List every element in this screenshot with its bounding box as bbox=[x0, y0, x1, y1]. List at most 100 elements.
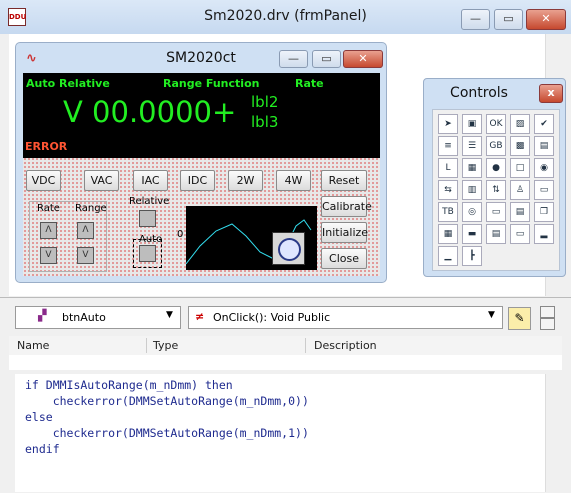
meter-display: Auto Relative Range Function Rate V 00.0… bbox=[23, 73, 380, 158]
range-function-label: Range Function bbox=[163, 77, 260, 90]
range-up-icon[interactable]: Λ bbox=[77, 222, 94, 239]
main-title-bar[interactable]: DDU Sm2020.drv (frmPanel) — ▭ ✕ bbox=[0, 0, 571, 34]
form-icon[interactable]: ▭ bbox=[486, 202, 506, 222]
graph-zero-label: 0 bbox=[177, 229, 184, 240]
window-icon[interactable]: ❐ bbox=[534, 202, 554, 222]
controls-toolbox: Controls x ➤ ▣ OK ▨ ✔ ≡ ☰ GB ▩ ▤ L ▦ ● □ ◉ ⇆ ▥ ⇅ ♙ ▭ TB ◎ ▭ ▤ ❐ ▦… bbox=[423, 78, 566, 277]
column-description[interactable]: Description bbox=[314, 336, 377, 355]
column-type[interactable]: Type bbox=[153, 336, 178, 355]
sm2020ct-form: ∿ SM2020ct — ▭ ✕ Auto Relative Range Fun… bbox=[15, 42, 387, 283]
reset-button[interactable]: Reset bbox=[321, 170, 367, 191]
2w-button[interactable]: 2W bbox=[228, 170, 263, 191]
initialize-button[interactable]: Initialize bbox=[321, 222, 368, 243]
ok-button-icon[interactable]: OK bbox=[486, 114, 506, 134]
column-divider bbox=[305, 338, 306, 353]
auto-relative-label: Auto Relative bbox=[26, 77, 110, 90]
list-icon[interactable]: ☰ bbox=[462, 136, 482, 156]
minimize-button[interactable]: — bbox=[461, 9, 490, 30]
4w-button[interactable]: 4W bbox=[276, 170, 311, 191]
tab-icon[interactable]: ◎ bbox=[462, 202, 482, 222]
chevron-down-icon: ▼ bbox=[488, 310, 495, 320]
close-form-button[interactable]: Close bbox=[321, 248, 367, 269]
option-icon[interactable]: ◉ bbox=[534, 158, 554, 178]
rate-down-icon[interactable]: V bbox=[40, 247, 57, 264]
rate-group-label: Rate bbox=[37, 203, 60, 214]
meter-icon[interactable]: ▁ bbox=[438, 246, 458, 266]
lbl2-label: lbl2 bbox=[251, 93, 279, 111]
control-icon: ▞ bbox=[38, 309, 47, 322]
variables-header bbox=[9, 336, 562, 356]
user-icon[interactable]: ♙ bbox=[510, 180, 530, 200]
event-combo-value: OnClick(): Void Public bbox=[213, 311, 331, 324]
controls-title: Controls bbox=[450, 85, 508, 101]
event-combo[interactable]: ≠ OnClick(): Void Public ▼ bbox=[188, 306, 503, 329]
close-button[interactable]: ✕ bbox=[526, 9, 566, 30]
checkbox-icon[interactable]: ✔ bbox=[534, 114, 554, 134]
code-line: checkerror(DMMSetAutoRange(m_nDmm,1)) bbox=[25, 426, 309, 440]
globe-icon[interactable]: ● bbox=[486, 158, 506, 178]
label-icon[interactable]: L bbox=[438, 158, 458, 178]
auto-button[interactable] bbox=[139, 245, 156, 262]
column-name[interactable]: Name bbox=[17, 336, 49, 355]
pointer-icon[interactable]: ➤ bbox=[438, 114, 458, 134]
form-client-area: Auto Relative Range Function Rate V 00.0… bbox=[23, 73, 380, 276]
code-line: else bbox=[25, 410, 53, 424]
rate-label: Rate bbox=[295, 77, 324, 90]
object-combo[interactable]: ▞ btnAuto ▼ bbox=[15, 306, 181, 329]
lbl3-label: lbl3 bbox=[251, 113, 279, 131]
range-down-icon[interactable]: V bbox=[77, 247, 94, 264]
combo-icon[interactable]: ▤ bbox=[534, 136, 554, 156]
drive-icon[interactable]: ▭ bbox=[510, 224, 530, 244]
dir-icon[interactable]: ▤ bbox=[486, 224, 506, 244]
error-label: ERROR bbox=[25, 140, 68, 153]
spin-icon[interactable]: ▬ bbox=[462, 224, 482, 244]
frame-icon[interactable]: □ bbox=[510, 158, 530, 178]
panel-scroll-down[interactable] bbox=[540, 318, 555, 330]
code-editor[interactable]: if DMMIsAutoRange(m_nDmm) then checkerro… bbox=[15, 374, 545, 492]
text-box-icon[interactable]: ≡ bbox=[438, 136, 458, 156]
range-group-label: Range bbox=[75, 203, 107, 214]
controls-close-button[interactable]: x bbox=[539, 84, 563, 103]
vac-button[interactable]: VAC bbox=[84, 170, 119, 191]
controls-tool-grid: ➤ ▣ OK ▨ ✔ ≡ ☰ GB ▩ ▤ L ▦ ● □ ◉ ⇆ ▥ ⇅ ♙ ▭ TB ◎ ▭ ▤ ❐ ▦ ▬ ▤ ▭ ▂ ▁ ┣ bbox=[432, 109, 560, 271]
maximize-button[interactable]: ▭ bbox=[494, 9, 523, 30]
picture-icon[interactable]: ▣ bbox=[462, 114, 482, 134]
meter-reading: V 00.0000+ bbox=[63, 95, 237, 129]
image-icon[interactable]: ▨ bbox=[510, 114, 530, 134]
object-combo-value: btnAuto bbox=[62, 311, 106, 324]
list-box-icon[interactable]: ▦ bbox=[462, 158, 482, 178]
form-close-button[interactable]: ✕ bbox=[343, 50, 383, 68]
tb-icon[interactable]: TB bbox=[438, 202, 458, 222]
vscroll-icon[interactable]: ⇅ bbox=[486, 180, 506, 200]
idc-button[interactable]: IDC bbox=[180, 170, 215, 191]
relative-toggle[interactable] bbox=[139, 210, 156, 227]
vdc-button[interactable]: VDC bbox=[26, 170, 61, 191]
panel-icon[interactable]: ▂ bbox=[534, 224, 554, 244]
tree-icon[interactable]: ┣ bbox=[462, 246, 482, 266]
variables-list bbox=[9, 355, 562, 370]
event-icon: ≠ bbox=[195, 310, 205, 323]
timer-icon[interactable]: ▦ bbox=[438, 224, 458, 244]
chart-button[interactable] bbox=[272, 232, 305, 265]
hscroll-icon[interactable]: ⇆ bbox=[438, 180, 458, 200]
code-line: endif bbox=[25, 442, 60, 456]
form-maximize-button[interactable]: ▭ bbox=[312, 50, 341, 68]
iac-button[interactable]: IAC bbox=[133, 170, 168, 191]
panel-scroll-up[interactable] bbox=[540, 306, 555, 318]
form-minimize-button[interactable]: — bbox=[279, 50, 308, 68]
column-divider bbox=[146, 338, 147, 353]
form-title-bar[interactable]: ∿ SM2020ct — ▭ ✕ bbox=[16, 43, 386, 73]
picture-2-icon[interactable]: ▩ bbox=[510, 136, 530, 156]
folder-icon[interactable]: ▭ bbox=[534, 180, 554, 200]
code-line: if DMMIsAutoRange(m_nDmm) then bbox=[25, 378, 233, 392]
main-window: DDU Sm2020.drv (frmPanel) — ▭ ✕ ∿ SM2020… bbox=[0, 0, 571, 493]
code-vertical-scrollbar[interactable] bbox=[545, 374, 563, 492]
calibrate-button[interactable]: Calibrate bbox=[321, 196, 372, 217]
splitter[interactable] bbox=[0, 297, 571, 301]
notes-icon[interactable]: ✎ bbox=[508, 307, 531, 330]
menu-icon[interactable]: ▤ bbox=[510, 202, 530, 222]
rate-up-icon[interactable]: Λ bbox=[40, 222, 57, 239]
gauge-icon bbox=[278, 238, 301, 261]
gb-frame-icon[interactable]: GB bbox=[486, 136, 506, 156]
grid-icon[interactable]: ▥ bbox=[462, 180, 482, 200]
